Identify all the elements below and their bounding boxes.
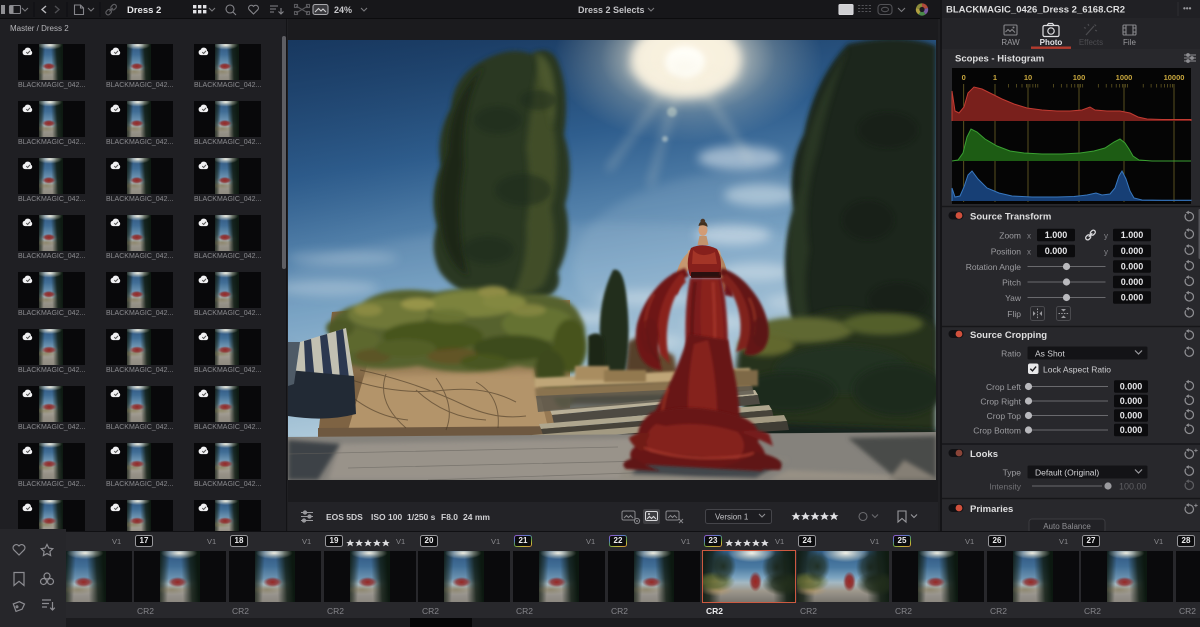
svg-text:EOS 5DS: EOS 5DS — [326, 512, 363, 522]
svg-text:Effects: Effects — [1079, 38, 1103, 47]
svg-text:Scopes - Histogram: Scopes - Histogram — [955, 54, 1044, 65]
svg-text:Flip: Flip — [1007, 309, 1021, 319]
svg-text:24 mm: 24 mm — [463, 512, 490, 522]
svg-text:Version 1: Version 1 — [715, 513, 749, 522]
svg-text:x: x — [1027, 232, 1031, 241]
svg-text:Source Transform: Source Transform — [970, 212, 1051, 223]
svg-text:0.000: 0.000 — [1121, 293, 1144, 303]
svg-text:Zoom: Zoom — [999, 231, 1021, 241]
svg-text:As Shot: As Shot — [1035, 349, 1065, 359]
svg-text:Intensity: Intensity — [989, 482, 1021, 492]
svg-text:Dress 2: Dress 2 — [127, 5, 161, 16]
svg-text:Ratio: Ratio — [1001, 349, 1021, 359]
svg-text:File: File — [1123, 38, 1136, 47]
svg-text:0.000: 0.000 — [1120, 425, 1143, 435]
svg-text:Auto Balance: Auto Balance — [1043, 522, 1091, 531]
svg-text:Crop Left: Crop Left — [986, 382, 1022, 392]
svg-text:100.00: 100.00 — [1119, 482, 1147, 492]
svg-text:0.000: 0.000 — [1121, 262, 1144, 272]
svg-text:24%: 24% — [334, 5, 352, 15]
svg-text:F8.0: F8.0 — [441, 512, 458, 522]
svg-text:BLACKMAGIC_0426_Dress 2_6168.C: BLACKMAGIC_0426_Dress 2_6168.CR2 — [946, 5, 1125, 16]
svg-text:•••: ••• — [1183, 4, 1192, 13]
svg-text:Lock Aspect Ratio: Lock Aspect Ratio — [1043, 365, 1111, 375]
svg-text:0.000: 0.000 — [1045, 246, 1068, 256]
svg-text:Position: Position — [991, 247, 1022, 257]
svg-text:Type: Type — [1003, 468, 1022, 478]
svg-text:Rotation Angle: Rotation Angle — [966, 262, 1022, 272]
svg-text:Source Cropping: Source Cropping — [970, 330, 1047, 341]
svg-text:10: 10 — [1024, 73, 1032, 82]
svg-text:100: 100 — [1073, 73, 1086, 82]
svg-text:Looks: Looks — [970, 449, 998, 460]
svg-text:1000: 1000 — [1116, 73, 1133, 82]
svg-text:0.000: 0.000 — [1121, 246, 1144, 256]
svg-text:x: x — [1027, 248, 1031, 257]
svg-text:Primaries: Primaries — [970, 504, 1013, 515]
svg-text:RAW: RAW — [1001, 38, 1020, 47]
svg-text:y: y — [1104, 248, 1108, 257]
svg-text:Crop Right: Crop Right — [980, 397, 1021, 407]
svg-text:0.000: 0.000 — [1120, 411, 1143, 421]
svg-text:0.000: 0.000 — [1120, 382, 1143, 392]
svg-text:0: 0 — [962, 73, 966, 82]
svg-text:ISO 100: ISO 100 — [371, 512, 402, 522]
svg-text:10000: 10000 — [1164, 73, 1185, 82]
svg-text:Dress 2 Selects: Dress 2 Selects — [578, 5, 645, 15]
svg-text:0.000: 0.000 — [1120, 396, 1143, 406]
svg-text:0.000: 0.000 — [1121, 277, 1144, 287]
svg-text:1: 1 — [993, 73, 997, 82]
svg-text:Pitch: Pitch — [1002, 278, 1021, 288]
svg-text:1.000: 1.000 — [1121, 230, 1144, 240]
svg-text:Yaw: Yaw — [1005, 293, 1022, 303]
svg-text:Photo: Photo — [1040, 38, 1063, 47]
svg-text:Crop Top: Crop Top — [987, 411, 1022, 421]
svg-text:y: y — [1104, 232, 1108, 241]
svg-text:1.000: 1.000 — [1045, 230, 1068, 240]
svg-text:Default (Original): Default (Original) — [1035, 468, 1099, 478]
svg-text:Crop Bottom: Crop Bottom — [973, 426, 1021, 436]
svg-text:1/250 s: 1/250 s — [407, 512, 436, 522]
